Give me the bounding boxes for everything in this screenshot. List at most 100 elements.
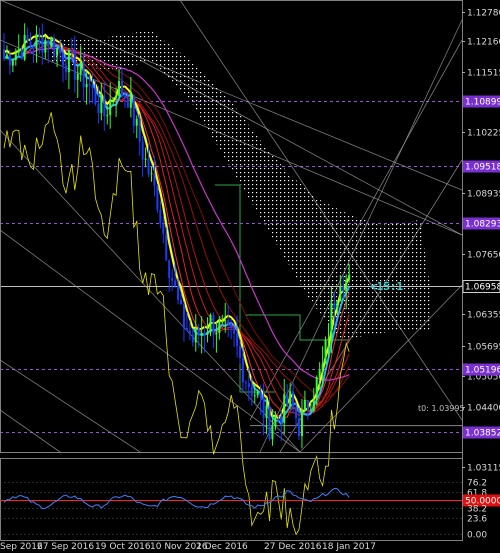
- price-tick-label: 1.06355: [467, 311, 500, 321]
- candle-body: [50, 37, 53, 47]
- price-badge-label: 1.05196: [465, 366, 500, 376]
- candle-body: [112, 98, 115, 100]
- candle-body: [171, 278, 174, 281]
- candle-body: [348, 274, 351, 280]
- candle-body: [62, 53, 64, 66]
- candle-body: [345, 279, 348, 292]
- candle-body: [239, 346, 241, 358]
- candle-body: [126, 97, 129, 108]
- candle-body: [41, 36, 44, 53]
- candle-body: [206, 332, 209, 335]
- candle-body: [203, 332, 206, 335]
- candle-body: [215, 332, 218, 335]
- candle-body: [14, 52, 17, 61]
- candle-body: [180, 299, 182, 305]
- candle-body: [94, 87, 97, 105]
- candle-body: [73, 52, 76, 80]
- price-badge-label: 1.10899: [465, 98, 500, 108]
- candle-body: [259, 391, 262, 398]
- price-tick-label: 1.07650: [467, 251, 500, 261]
- candle-body: [333, 303, 336, 310]
- candle-body: [244, 382, 247, 384]
- candle-body: [253, 395, 256, 397]
- candle-body: [47, 40, 50, 47]
- candle-body: [265, 405, 268, 418]
- price-tick-label: 1.11515: [467, 69, 500, 79]
- candle-body: [212, 314, 215, 335]
- candle-body: [91, 85, 94, 88]
- candle-body: [64, 65, 67, 73]
- current-price-label: 1.06958: [465, 283, 500, 293]
- candle-body: [135, 118, 138, 126]
- candle-body: [209, 314, 212, 333]
- candle-body: [233, 328, 236, 334]
- candle-body: [59, 47, 62, 54]
- candle-body: [292, 391, 295, 408]
- candle-body: [70, 50, 73, 53]
- candle-body: [342, 286, 345, 292]
- candle-body: [153, 173, 156, 186]
- candle-body: [123, 95, 126, 98]
- price-tick-label: 1.03115: [467, 464, 500, 474]
- time-axis: Sep 201627 Sep 2016 19 Oct 2016 10 Nov 201…: [0, 542, 376, 552]
- candle-body: [221, 321, 224, 323]
- candle-body: [289, 391, 292, 407]
- candle-body: [115, 96, 118, 99]
- candle-body: [162, 223, 165, 234]
- candle-body: [274, 415, 277, 426]
- candle-body: [53, 37, 56, 56]
- candle-body: [318, 370, 321, 378]
- candle-body: [339, 286, 342, 301]
- candle-body: [159, 209, 162, 224]
- candle-body: [88, 83, 91, 86]
- candle-body: [256, 391, 259, 396]
- candle-body: [191, 334, 194, 343]
- candle-body: [230, 323, 233, 329]
- candle-body: [17, 49, 20, 53]
- candle-body: [280, 416, 283, 423]
- price-tick-label: 1.12160: [467, 38, 500, 48]
- candle-body: [295, 407, 298, 419]
- candle-body: [327, 338, 330, 340]
- candle-body: [298, 418, 300, 436]
- price-tick-label: 1.04400: [467, 404, 500, 414]
- price-tick-label: 1.08935: [467, 190, 500, 200]
- candle-body: [67, 50, 70, 73]
- candle-body: [227, 320, 230, 324]
- oscillator-tick-label: 76.2: [467, 479, 487, 489]
- candle-body: [26, 35, 29, 42]
- candle-body: [138, 118, 141, 142]
- candle-body: [97, 104, 100, 113]
- candle-body: [35, 34, 38, 49]
- candle-body: [188, 330, 191, 335]
- candle-body: [330, 303, 333, 339]
- price-tick-label: 1.05695: [467, 343, 500, 353]
- candle-body: [271, 425, 274, 440]
- candle-body: [32, 45, 35, 49]
- candle-body: [300, 409, 303, 436]
- candle-body: [103, 95, 106, 117]
- candle-body: [109, 99, 112, 116]
- candle-body: [3, 48, 5, 59]
- time-tick-label: 27 Sep 2016: [37, 542, 94, 552]
- candle-body: [118, 81, 121, 97]
- candle-body: [241, 357, 244, 383]
- candle-body: [194, 327, 197, 343]
- candle-body: [303, 400, 306, 410]
- candle-body: [315, 377, 318, 400]
- candle-body: [5, 54, 8, 59]
- candle-body: [82, 62, 85, 88]
- candle-body: [268, 405, 271, 440]
- candle-body: [262, 397, 265, 418]
- candle-body: [11, 60, 14, 66]
- candle-body: [129, 95, 132, 108]
- candle-body: [336, 300, 339, 310]
- oscillator-tick-label: 23.6: [467, 515, 487, 525]
- candle-body: [286, 394, 289, 407]
- time-tick-label: 19 Oct 2016: [95, 542, 151, 552]
- candle-body: [247, 383, 250, 387]
- candle-body: [150, 173, 153, 175]
- candle-body: [85, 83, 88, 88]
- candle-body: [121, 81, 123, 96]
- price-tick-label: 1.12780: [467, 9, 500, 19]
